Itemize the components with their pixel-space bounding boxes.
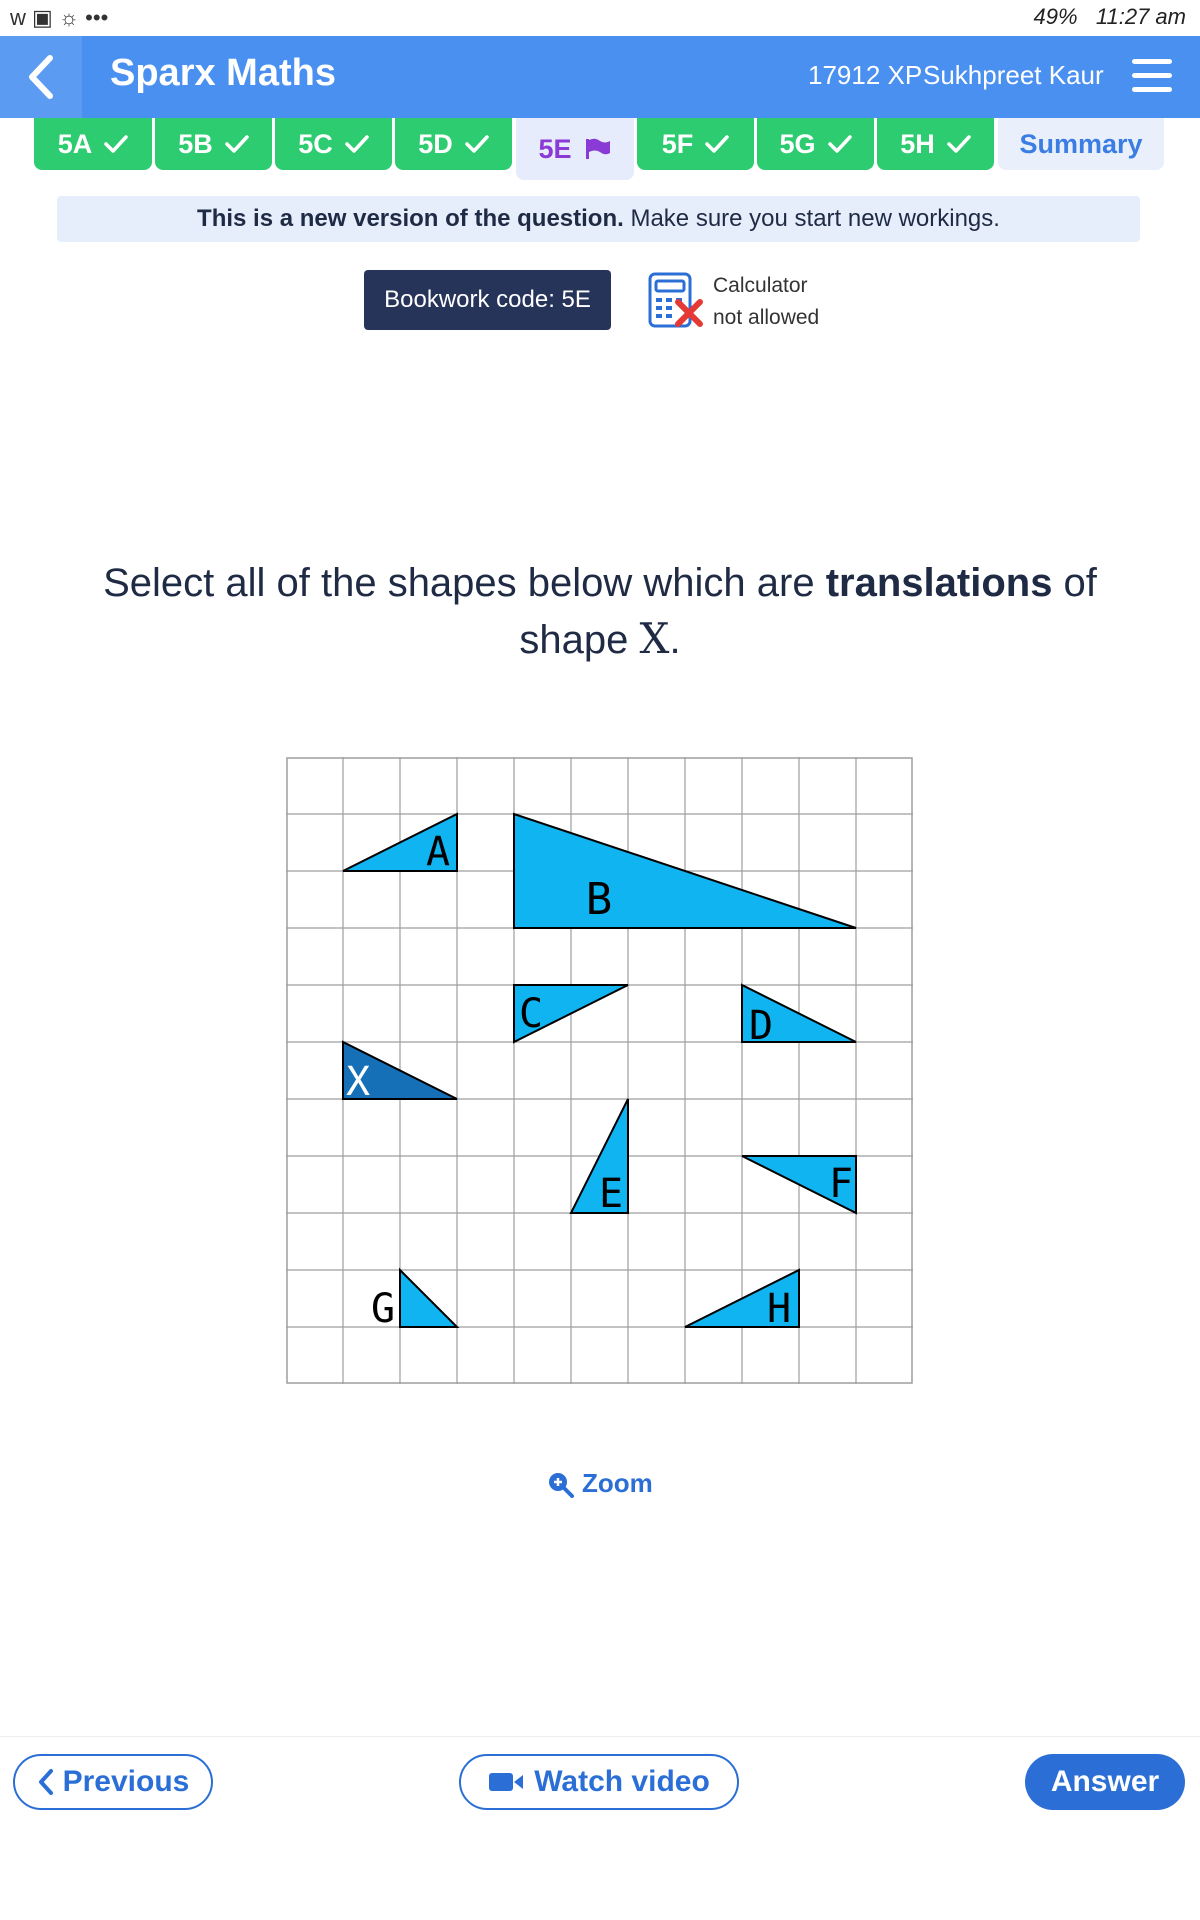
zoom-in-icon xyxy=(549,1472,574,1498)
status-bar: w ▣ ☼ ••• 49% 11:27 am xyxy=(0,0,1200,36)
question-part3: shape xyxy=(519,618,640,662)
check-icon xyxy=(225,135,249,153)
shape-label-d: D xyxy=(749,1003,773,1049)
tab-label: Summary xyxy=(1019,128,1143,159)
check-icon xyxy=(465,135,489,153)
tab-label: 5B xyxy=(178,128,213,159)
question-end: . xyxy=(669,618,681,662)
battery-level: 49% xyxy=(1033,4,1078,29)
tab-label: 5A xyxy=(57,128,93,159)
shape-label-e: E xyxy=(599,1171,623,1217)
question-shape-name: X xyxy=(639,614,670,663)
question-line1: Select all of the shapes below which are… xyxy=(0,555,1200,611)
tab-label: 5E xyxy=(538,133,572,164)
tab-label: 5C xyxy=(298,128,333,159)
shape-label-g: G xyxy=(371,1286,395,1332)
shape-grid: A B C D X E F G H xyxy=(286,757,913,1384)
shape-label-b: B xyxy=(586,874,613,925)
back-button[interactable] xyxy=(0,36,82,118)
previous-label: Previous xyxy=(62,1765,190,1798)
check-icon xyxy=(705,135,729,153)
previous-button[interactable]: Previous xyxy=(13,1754,213,1810)
question-part1: Select all of the shapes below which are xyxy=(103,561,826,605)
zoom-button[interactable]: Zoom xyxy=(546,1468,653,1499)
video-camera-icon xyxy=(489,1773,524,1791)
tab-5e[interactable]: 5E xyxy=(516,118,634,180)
tab-5b[interactable]: 5B xyxy=(155,118,272,170)
bookwork-code: Bookwork code: 5E xyxy=(364,270,611,330)
chevron-left-icon xyxy=(29,55,53,99)
shape-label-c: C xyxy=(519,991,543,1037)
shape-label-h: H xyxy=(767,1286,791,1332)
calculator-not-allowed-icon xyxy=(648,272,703,328)
clock: 11:27 am xyxy=(1095,4,1186,29)
tab-5f[interactable]: 5F xyxy=(637,118,754,170)
user-name[interactable]: Sukhpreet Kaur xyxy=(923,60,1104,91)
watch-video-label: Watch video xyxy=(534,1765,710,1798)
shape-e[interactable]: E xyxy=(569,1098,629,1217)
check-icon xyxy=(947,135,971,153)
status-right: 49% 11:27 am xyxy=(1034,4,1187,30)
tab-5h[interactable]: 5H xyxy=(877,118,994,170)
question-keyword: translations xyxy=(825,561,1053,605)
app-header: Sparx Maths 17912 XP Sukhpreet Kaur xyxy=(0,36,1200,118)
task-tabs: 5A 5B 5C 5D 5E 5F 5G 5H Summary xyxy=(34,118,1174,182)
status-left-icons: w ▣ ☼ ••• xyxy=(10,5,109,30)
chevron-left-icon xyxy=(38,1769,53,1795)
question-line2: shape X. xyxy=(0,611,1200,668)
tab-5g[interactable]: 5G xyxy=(757,118,874,170)
watch-video-button[interactable]: Watch video xyxy=(459,1754,739,1810)
new-version-notice: This is a new version of the question. M… xyxy=(57,196,1140,242)
hamburger-menu-icon[interactable] xyxy=(1130,56,1174,96)
tab-label: 5G xyxy=(779,128,816,159)
tab-label: 5H xyxy=(900,128,935,159)
check-icon xyxy=(104,135,128,153)
shape-label-x: X xyxy=(346,1059,370,1105)
footer-divider xyxy=(0,1736,1200,1737)
tab-label: 5D xyxy=(418,128,453,159)
shape-g[interactable]: G xyxy=(371,1267,460,1332)
tab-5a[interactable]: 5A xyxy=(34,118,152,170)
shape-label-f: F xyxy=(829,1161,853,1207)
question-part2: of xyxy=(1052,561,1097,605)
calculator-line1: Calculator xyxy=(713,274,808,297)
notice-text: Make sure you start new workings. xyxy=(623,205,1000,232)
tab-5c[interactable]: 5C xyxy=(275,118,392,170)
check-icon xyxy=(827,135,852,153)
tab-summary[interactable]: Summary xyxy=(998,118,1164,170)
question-text: Select all of the shapes below which are… xyxy=(0,555,1200,668)
calculator-line2: not allowed xyxy=(713,306,820,329)
brand-title: Sparx Maths xyxy=(110,52,336,94)
grid-svg: A B C D X E F G H xyxy=(286,757,913,1384)
xp-count: 17912 XP xyxy=(808,60,923,90)
notice-bold: This is a new version of the question. xyxy=(197,205,624,232)
shape-label-a: A xyxy=(426,829,450,875)
answer-button[interactable]: Answer xyxy=(1025,1754,1185,1810)
flag-icon xyxy=(585,138,610,159)
tab-5d[interactable]: 5D xyxy=(395,118,512,170)
zoom-label: Zoom xyxy=(582,1468,653,1498)
calculator-status: Calculator not allowed xyxy=(713,270,819,334)
tab-label: 5F xyxy=(661,128,694,159)
check-icon xyxy=(345,135,369,153)
